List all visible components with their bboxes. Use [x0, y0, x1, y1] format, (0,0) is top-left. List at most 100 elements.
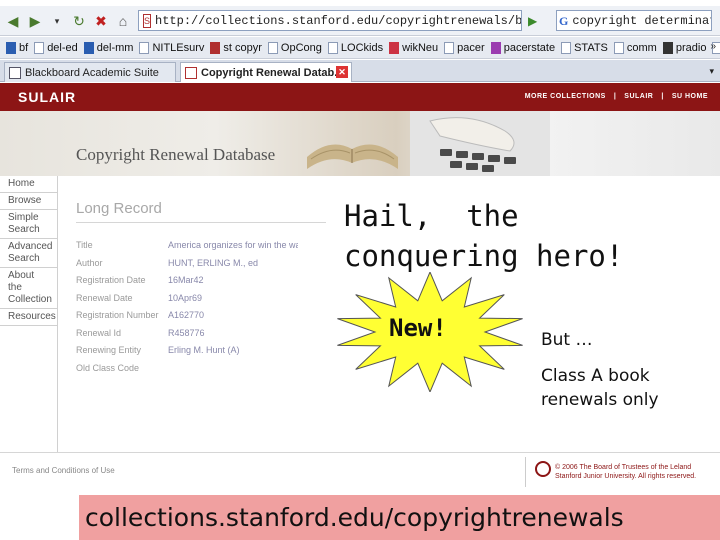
search-bar[interactable]: G copyright determinator	[556, 10, 712, 31]
back-arrow-icon[interactable]: ◀	[4, 12, 22, 30]
url-caption: collections.stanford.edu/copyrightrenewa…	[79, 495, 720, 540]
site-banner: Copyright Renewal Database	[0, 111, 720, 176]
record-value: A162770	[168, 310, 205, 320]
note-but: But …	[541, 330, 593, 350]
tab-copyright-renewal[interactable]: Copyright Renewal Datab... ✕	[180, 62, 352, 82]
site-sidebar: Home Browse Simple Search Advanced Searc…	[0, 176, 58, 452]
bookmark-item[interactable]: del-ed	[34, 41, 78, 54]
keyboard-hand-image	[410, 111, 550, 176]
bookmark-item[interactable]: bf	[6, 41, 29, 54]
record-value: Erling M. Hunt (A)	[168, 345, 240, 355]
tab-favicon-icon	[9, 66, 21, 79]
record-row: Renewal Id R458776	[76, 328, 336, 338]
more-collections-link[interactable]: MORE COLLECTIONS	[525, 93, 606, 100]
record-label: Renewing Entity	[76, 345, 142, 355]
bookmark-label: bf	[19, 41, 29, 54]
reload-icon[interactable]: ↻	[70, 12, 88, 30]
sidebar-item-browse[interactable]: Browse	[0, 193, 57, 210]
sidebar-item-about[interactable]: About the Collection	[0, 268, 57, 309]
bookmark-icon	[327, 41, 338, 54]
bookmarks-overflow-icon[interactable]: »	[710, 41, 716, 52]
bookmark-label: LOCkids	[340, 41, 384, 54]
record-row: Author HUNT, ERLING M., ed	[76, 258, 336, 268]
bookmark-item[interactable]: pacerstate	[490, 41, 555, 54]
open-book-image	[307, 144, 398, 169]
bookmark-item[interactable]: NITLEsurv	[139, 41, 205, 54]
su-home-link[interactable]: SU HOME	[672, 93, 708, 100]
copyright-notice: © 2006 The Board of Trustees of the Lela…	[555, 464, 697, 480]
search-engine-icon[interactable]: G	[559, 14, 568, 28]
record-label: Renewal Id	[76, 327, 122, 338]
home-icon[interactable]: ⌂	[114, 12, 132, 30]
bookmark-icon	[6, 41, 16, 54]
sidebar-item-advanced-search[interactable]: Advanced Search	[0, 239, 57, 268]
record-panel: Long Record Title America organizes for w…	[60, 176, 340, 452]
tab-strip: Blackboard Academic Suite Copyright Rene…	[0, 60, 720, 82]
bookmark-icon	[662, 41, 673, 54]
tab-list-icon[interactable]: ▾	[709, 66, 714, 77]
header-links: MORE COLLECTIONS | SULAIR | SU HOME	[525, 93, 708, 100]
sidebar-item-resources[interactable]: Resources	[0, 309, 57, 326]
slide-title: Hail, the conquering hero!	[344, 199, 624, 273]
record-value: 16Mar42	[168, 275, 204, 285]
header-separator: |	[613, 93, 617, 100]
sidebar-item-home[interactable]: Home	[0, 176, 57, 193]
tab-blackboard[interactable]: Blackboard Academic Suite	[4, 62, 176, 82]
address-bar[interactable]: S http://collections.stanford.edu/copyri…	[138, 10, 522, 31]
sidebar-item-simple-search[interactable]: Simple Search	[0, 210, 57, 239]
record-row: Registration Number A162770	[76, 310, 336, 320]
address-bar-text: http://collections.stanford.edu/copyrigh…	[155, 13, 522, 28]
bookmark-label: comm	[626, 41, 657, 54]
bookmark-label: pacer	[457, 41, 485, 54]
bookmark-icon	[444, 41, 455, 54]
footer-divider	[525, 457, 526, 487]
record-label: Author	[76, 257, 103, 268]
bookmark-label: wikNeu	[402, 41, 439, 54]
bookmark-icon	[613, 41, 624, 54]
stop-icon[interactable]: ✖	[92, 12, 110, 30]
sulair-link[interactable]: SULAIR	[624, 93, 653, 100]
bookmark-item[interactable]: pacer	[444, 41, 485, 54]
bookmark-item[interactable]: del-mm	[83, 41, 133, 54]
record-label: Registration Number	[76, 310, 159, 320]
record-row: Old Class Code	[76, 363, 336, 373]
go-button[interactable]: ▶	[528, 14, 537, 28]
forward-arrow-icon[interactable]: ▶	[26, 12, 44, 30]
bookmark-item[interactable]: pradio	[662, 41, 706, 54]
tab-label: Blackboard Academic Suite	[25, 66, 159, 79]
bookmark-icon	[490, 41, 501, 54]
sulair-logo[interactable]: SULAIR	[18, 89, 76, 105]
bookmark-item[interactable]: comm	[613, 41, 657, 54]
bookmark-label: st copyr	[223, 41, 262, 54]
bookmark-icon	[267, 41, 278, 54]
tab-favicon-icon	[185, 66, 197, 79]
bookmark-item[interactable]: STATS	[561, 41, 608, 54]
bookmark-icon	[139, 41, 150, 54]
bookmark-label: del-ed	[47, 41, 78, 54]
bookmark-icon	[561, 41, 572, 54]
record-label: Old Class Code	[76, 362, 140, 373]
record-label: Title	[76, 240, 93, 250]
record-value: HUNT, ERLING M., ed	[168, 257, 259, 268]
tab-label: Copyright Renewal Datab...	[201, 66, 344, 79]
note-class-a: Class A book renewals only	[541, 366, 659, 410]
terms-link[interactable]: Terms and Conditions of Use	[12, 466, 115, 475]
bookmark-label: OpCong	[280, 41, 322, 54]
stanford-seal-icon	[535, 461, 551, 477]
record-label: Renewal Date	[76, 292, 133, 303]
record-label: Registration Date	[76, 275, 146, 285]
bookmark-item[interactable]: wikNeu	[389, 41, 439, 54]
bookmark-icon	[389, 41, 400, 54]
dropdown-arrow-icon[interactable]: ▾	[48, 12, 66, 30]
close-tab-icon[interactable]: ✕	[336, 66, 348, 78]
record-divider	[76, 222, 326, 223]
site-favicon-icon: S	[143, 13, 152, 28]
bookmark-label: NITLEsurv	[152, 41, 205, 54]
bookmark-item[interactable]: OpCong	[267, 41, 322, 54]
record-value: America organizes for win the war	[168, 240, 298, 250]
new-badge-text: New!	[389, 314, 447, 342]
bookmark-item[interactable]: st copyr	[210, 41, 262, 54]
bookmarks-toolbar: bf del-ed del-mm NITLEsurv st copyr OpCong LOC…	[0, 37, 720, 59]
banner-title: Copyright Renewal Database	[76, 145, 276, 164]
bookmark-item[interactable]: LOCkids	[327, 41, 384, 54]
